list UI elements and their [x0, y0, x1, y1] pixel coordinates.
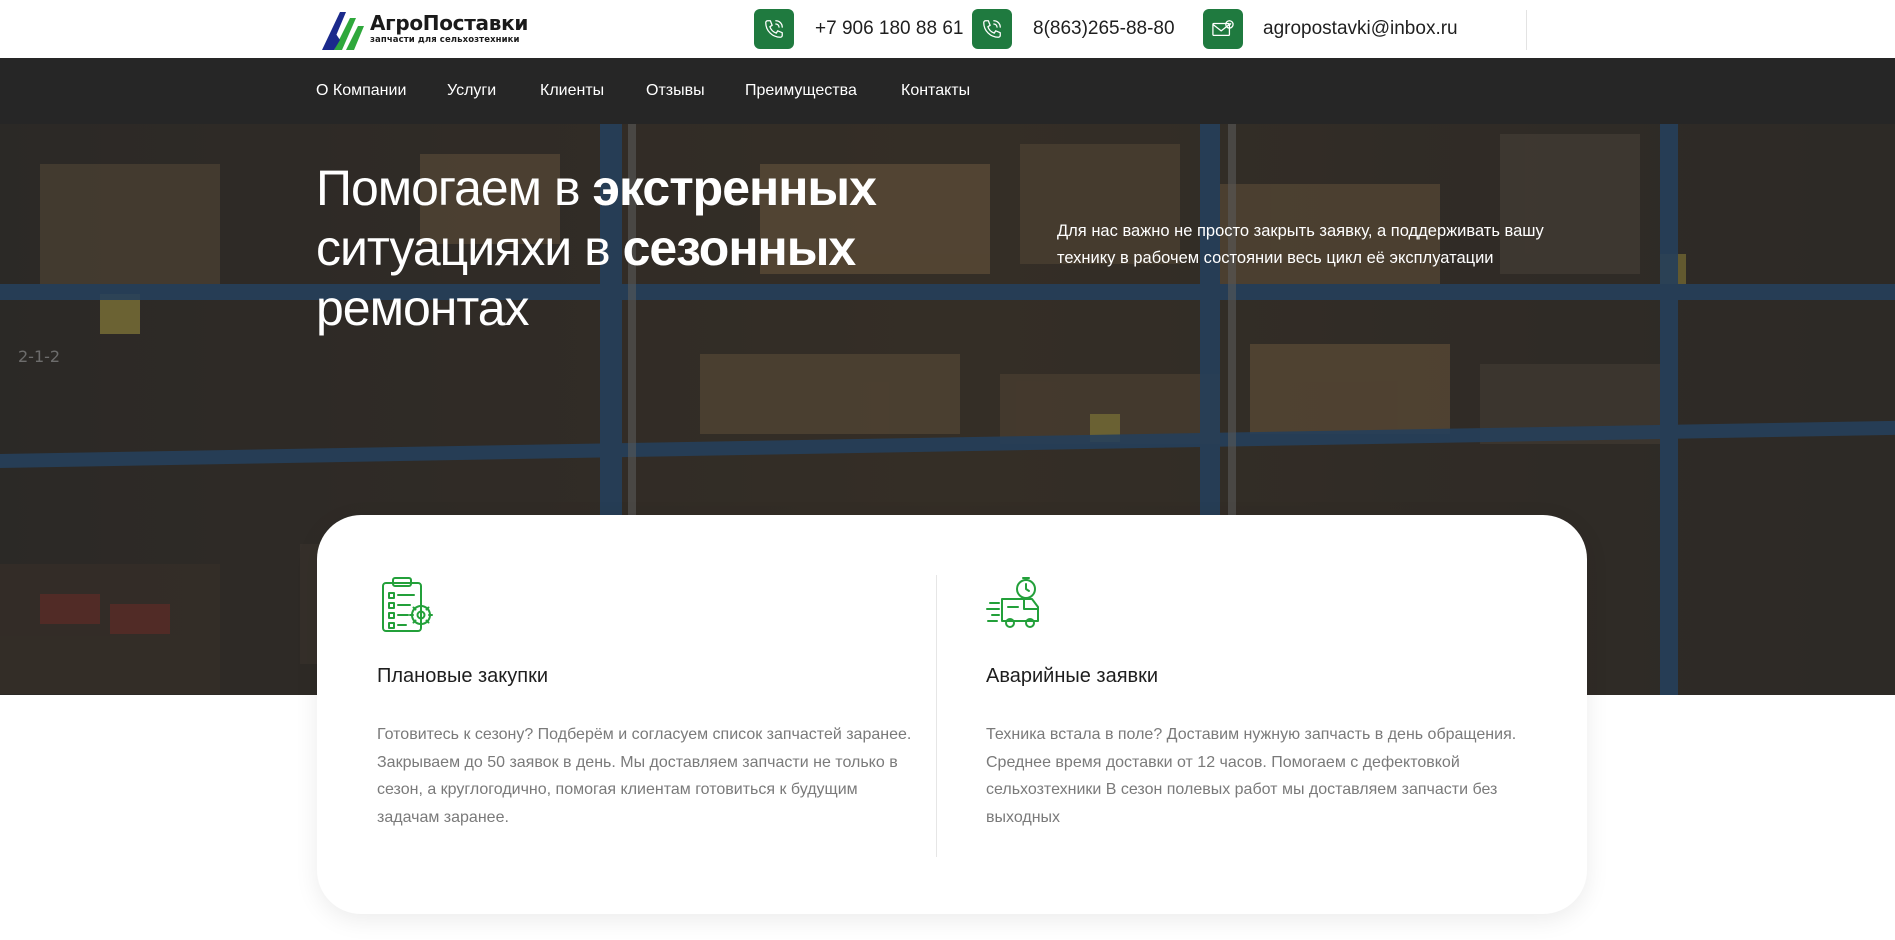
hero-subtitle: Для нас важно не просто закрыть заявку, …: [1057, 222, 1544, 267]
nav-item-advantages[interactable]: Преимущества: [745, 58, 857, 124]
nav-item-services[interactable]: Услуги: [447, 58, 496, 124]
nav-item-about[interactable]: О Компании: [316, 58, 406, 124]
top-bar: АгроПоставки запчасти для сельхозтехники…: [0, 0, 1895, 58]
services-card: Плановые закупки Готовитесь к сезону? По…: [317, 515, 1587, 914]
service-description: Готовитесь к сезону? Подберём и согласуе…: [377, 726, 912, 826]
logo[interactable]: АгроПоставки запчасти для сельхозтехники: [320, 6, 530, 52]
phone-icon: [754, 9, 794, 49]
top-divider: [1526, 10, 1527, 50]
nav-item-reviews[interactable]: Отзывы: [646, 58, 705, 124]
phone-number-2: 8(863)265-88-80: [1033, 18, 1175, 39]
nav-item-clients[interactable]: Клиенты: [540, 58, 604, 124]
logo-mark-icon: [322, 12, 364, 50]
service-description: Техника встала в поле? Доставим нужную з…: [986, 726, 1517, 826]
mail-icon: [1203, 9, 1243, 49]
fast-delivery-truck-icon: [986, 575, 1046, 635]
main-nav: О Компании Услуги Клиенты Отзывы Преимущ…: [0, 58, 1895, 124]
service-emergency: Аварийные заявки Техника встала в поле? …: [937, 515, 1587, 914]
email-link[interactable]: agropostavki@inbox.ru: [1203, 9, 1458, 49]
phone-icon: [972, 9, 1012, 49]
email-address: agropostavki@inbox.ru: [1263, 18, 1458, 39]
phone-link-2[interactable]: 8(863)265-88-80: [972, 9, 1175, 49]
phone-number-1: +7 906 180 88 61: [815, 18, 964, 39]
nav-item-contacts[interactable]: Контакты: [901, 58, 970, 124]
phone-link-1[interactable]: +7 906 180 88 61: [754, 9, 963, 49]
clipboard-checklist-icon: [377, 575, 437, 635]
service-title: Аварийные заявки: [986, 665, 1159, 687]
logo-name: АгроПоставки: [370, 11, 529, 36]
service-planned: Плановые закупки Готовитесь к сезону? По…: [317, 515, 937, 914]
hero-title: Помогаем в экстренных ситуацияхи в сезон…: [316, 160, 877, 336]
service-title: Плановые закупки: [377, 665, 549, 687]
logo-tagline: запчасти для сельхозтехники: [370, 35, 520, 46]
